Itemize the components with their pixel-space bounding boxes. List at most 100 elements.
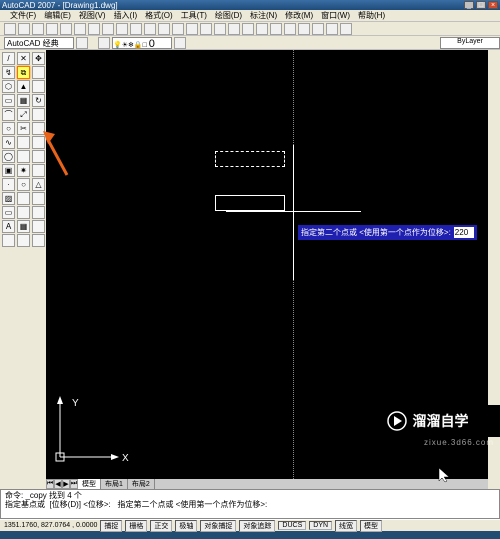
arc-icon[interactable]: ⌒ <box>2 108 15 121</box>
tool-misc3-icon[interactable] <box>17 192 30 205</box>
table-style-icon[interactable] <box>340 23 352 35</box>
cut-icon[interactable] <box>74 23 86 35</box>
menu-window[interactable]: 窗口(W) <box>317 10 354 21</box>
minimize-button[interactable]: _ <box>464 1 474 9</box>
tool-misc1-icon[interactable]: ○ <box>17 178 30 191</box>
tab-layout2[interactable]: 布局2 <box>128 479 155 489</box>
hatch-icon[interactable]: ▨ <box>2 192 15 205</box>
trim-icon[interactable]: ✂ <box>17 122 30 135</box>
circle-icon[interactable]: ○ <box>2 122 15 135</box>
region-icon[interactable]: ▭ <box>2 206 15 219</box>
layer-dropdown[interactable]: 💡☀❄🔒□ 0 <box>112 37 172 49</box>
command-window[interactable]: 命令: _copy 找到 4 个 指定基点或 [位移(D)] <位移>: 指定第… <box>0 489 500 519</box>
line-icon[interactable]: / <box>2 52 15 65</box>
ws-settings-icon[interactable] <box>76 37 88 49</box>
tool-misc8-icon[interactable] <box>17 234 30 247</box>
calc-icon[interactable] <box>284 23 296 35</box>
polar-toggle[interactable]: 极轴 <box>175 520 197 532</box>
tool-misc5-icon[interactable] <box>17 206 30 219</box>
print-icon[interactable] <box>46 23 58 35</box>
stretch-icon[interactable] <box>32 108 45 121</box>
new-icon[interactable] <box>4 23 16 35</box>
lwt-toggle[interactable]: 线宽 <box>335 520 357 532</box>
copy-tool-icon[interactable]: ⧉ <box>17 66 30 79</box>
tab-layout1[interactable]: 布局1 <box>101 479 128 489</box>
linetype-dropdown[interactable]: ByLayer <box>440 37 500 49</box>
props-icon[interactable] <box>214 23 226 35</box>
rectangle-icon[interactable]: ▭ <box>2 94 15 107</box>
layer-prev-icon[interactable] <box>174 37 186 49</box>
block-icon[interactable]: ▣ <box>2 164 15 177</box>
menu-modify[interactable]: 修改(M) <box>281 10 317 21</box>
workspace-dropdown[interactable]: AutoCAD 经典 <box>4 37 74 49</box>
dyn-toggle[interactable]: DYN <box>309 521 332 530</box>
osnap-toggle[interactable]: 对象捕捉 <box>200 520 236 532</box>
grid-toggle[interactable]: 栅格 <box>125 520 147 532</box>
tool-misc6-icon[interactable] <box>32 206 45 219</box>
dc-icon[interactable] <box>228 23 240 35</box>
scale-icon[interactable]: ⤢ <box>17 108 30 121</box>
tab-model[interactable]: 模型 <box>78 479 101 489</box>
move-icon[interactable]: ✥ <box>32 52 45 65</box>
preview-icon[interactable] <box>60 23 72 35</box>
tab-nav-last-icon[interactable]: ⏭ <box>70 479 78 489</box>
maximize-button[interactable]: □ <box>476 1 486 9</box>
polygon-icon[interactable]: ⬡ <box>2 80 15 93</box>
spline-icon[interactable]: ∿ <box>2 136 15 149</box>
zoom-rt-icon[interactable] <box>172 23 184 35</box>
tool-misc4-icon[interactable] <box>32 192 45 205</box>
menu-tools[interactable]: 工具(T) <box>177 10 211 21</box>
break-icon[interactable] <box>17 136 30 149</box>
paste-icon[interactable] <box>102 23 114 35</box>
tab-nav-first-icon[interactable]: ⏮ <box>46 479 54 489</box>
xline-icon[interactable]: ✕ <box>17 52 30 65</box>
zoom-win-icon[interactable] <box>186 23 198 35</box>
rotate-icon[interactable]: ↻ <box>32 94 45 107</box>
menu-insert[interactable]: 插入(I) <box>110 10 142 21</box>
table-icon[interactable]: ▦ <box>17 220 30 233</box>
redo-icon[interactable] <box>144 23 156 35</box>
dim-style-icon[interactable] <box>326 23 338 35</box>
menu-draw[interactable]: 绘图(D) <box>211 10 246 21</box>
dist-icon[interactable] <box>2 234 15 247</box>
close-button[interactable]: × <box>488 1 498 9</box>
menu-view[interactable]: 视图(V) <box>75 10 110 21</box>
ducs-toggle[interactable]: DUCS <box>278 521 306 530</box>
sheet-icon[interactable] <box>256 23 268 35</box>
zoom-prev-icon[interactable] <box>200 23 212 35</box>
text-icon[interactable]: A <box>2 220 15 233</box>
pan-icon[interactable] <box>158 23 170 35</box>
snap-toggle[interactable]: 捕捉 <box>100 520 122 532</box>
polyline-icon[interactable]: ↯ <box>2 66 15 79</box>
markup-icon[interactable] <box>270 23 282 35</box>
ellipse-icon[interactable]: ◯ <box>2 150 15 163</box>
open-icon[interactable] <box>18 23 30 35</box>
save-icon[interactable] <box>32 23 44 35</box>
offset-icon[interactable] <box>32 80 45 93</box>
undo-icon[interactable] <box>130 23 142 35</box>
tab-nav-prev-icon[interactable]: ◀ <box>54 479 62 489</box>
tab-nav-next-icon[interactable]: ▶ <box>62 479 70 489</box>
explode-icon[interactable]: ✷ <box>17 164 30 177</box>
tool-icon[interactable] <box>32 66 45 79</box>
menu-edit[interactable]: 编辑(E) <box>40 10 75 21</box>
tooltip-value-input[interactable] <box>454 227 474 238</box>
text-style-icon[interactable] <box>312 23 324 35</box>
chamfer-icon[interactable] <box>17 150 30 163</box>
tool-palette-icon[interactable] <box>242 23 254 35</box>
otrack-toggle[interactable]: 对象追踪 <box>239 520 275 532</box>
menu-dim[interactable]: 标注(N) <box>246 10 281 21</box>
model-toggle[interactable]: 模型 <box>360 520 382 532</box>
menu-help[interactable]: 帮助(H) <box>354 10 389 21</box>
help-icon[interactable] <box>298 23 310 35</box>
tool-misc9-icon[interactable] <box>32 234 45 247</box>
tool-misc7-icon[interactable] <box>32 220 45 233</box>
array-icon[interactable]: ▦ <box>17 94 30 107</box>
layer-props-mgr-icon[interactable] <box>98 37 110 49</box>
mirror-icon[interactable]: ▲ <box>17 80 30 93</box>
ortho-toggle[interactable]: 正交 <box>150 520 172 532</box>
copy-icon[interactable] <box>88 23 100 35</box>
menu-file[interactable]: 文件(F) <box>6 10 40 21</box>
match-icon[interactable] <box>116 23 128 35</box>
menu-format[interactable]: 格式(O) <box>141 10 177 21</box>
